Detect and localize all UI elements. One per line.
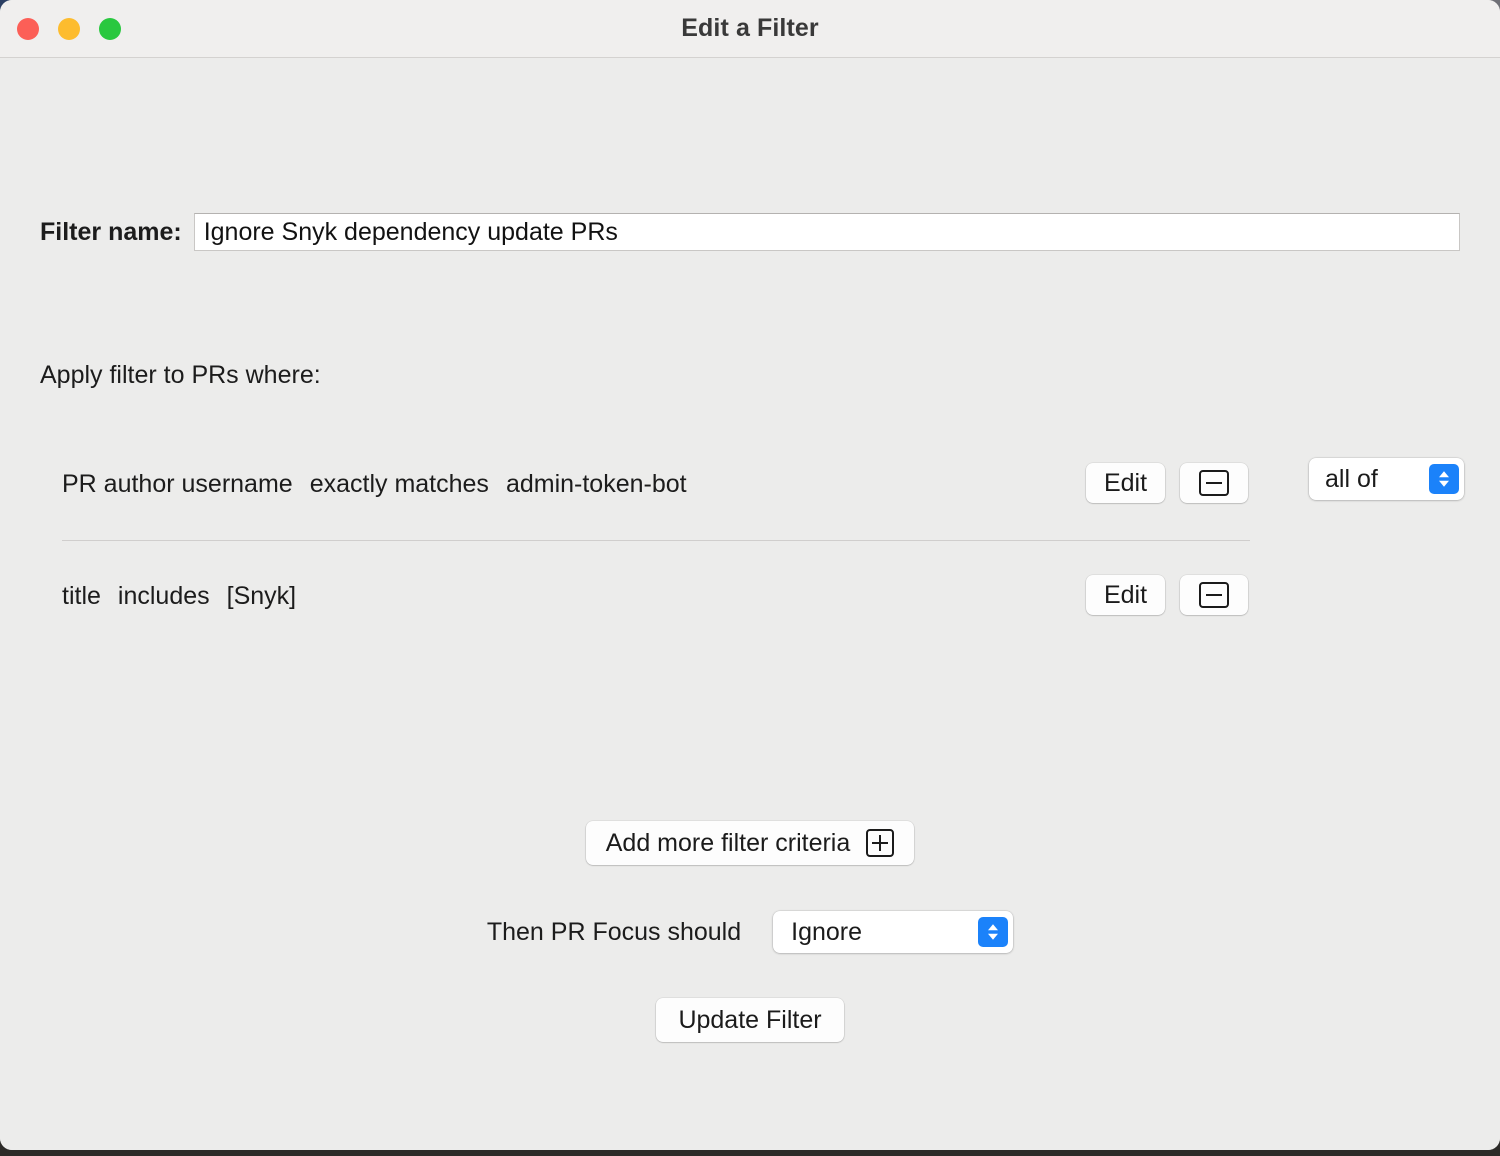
criterion-row-buttons: Edit xyxy=(1086,575,1248,615)
then-action-dropdown[interactable]: Ignore xyxy=(773,911,1014,953)
criteria-list: PR author username exactly matches admin-t… xyxy=(0,448,1500,672)
criterion-field: PR author username xyxy=(62,470,293,498)
criterion-operator: exactly matches xyxy=(309,470,489,498)
criterion-field: title xyxy=(62,582,101,610)
remove-criterion-button[interactable] xyxy=(1180,463,1248,503)
update-filter-button[interactable]: Update Filter xyxy=(656,998,844,1042)
then-action-row: Then PR Focus should Ignore xyxy=(0,911,1500,953)
criteria-row: title includes [Snyk] Edit xyxy=(0,560,1500,672)
filter-name-label: Filter name: xyxy=(40,217,182,246)
plus-box-icon xyxy=(866,829,895,857)
window-titlebar: Edit a Filter xyxy=(0,0,1500,58)
criterion-summary: PR author username exactly matches admin-t… xyxy=(62,470,687,499)
criterion-value: [Snyk] xyxy=(226,582,297,610)
add-filter-criteria-label: Add more filter criteria xyxy=(605,828,851,857)
edit-filter-window: Edit a Filter Filter name: Apply filter … xyxy=(0,0,1500,1150)
match-mode-dropdown[interactable]: all of xyxy=(1309,458,1464,500)
match-mode-value: all of xyxy=(1325,464,1378,493)
then-action-value: Ignore xyxy=(791,917,863,946)
dialog-body: Filter name: Apply filter to PRs where: … xyxy=(0,58,1500,1150)
criteria-row: PR author username exactly matches admin-t… xyxy=(0,448,1500,560)
criterion-summary: title includes [Snyk] xyxy=(62,582,296,611)
minus-box-icon xyxy=(1199,470,1229,496)
then-action-label: Then PR Focus should xyxy=(486,917,742,946)
edit-criterion-button[interactable]: Edit xyxy=(1086,463,1165,503)
add-criteria-row: Add more filter criteria xyxy=(0,821,1500,865)
criterion-row-buttons: Edit xyxy=(1086,463,1248,503)
minus-box-icon xyxy=(1199,582,1229,608)
update-filter-row: Update Filter xyxy=(0,998,1500,1042)
window-title: Edit a Filter xyxy=(681,14,819,42)
criterion-operator: includes xyxy=(117,582,210,610)
filter-name-input[interactable] xyxy=(193,213,1460,251)
chevron-up-down-icon xyxy=(1429,464,1459,494)
chevron-up-down-icon xyxy=(978,917,1009,947)
remove-criterion-button[interactable] xyxy=(1180,575,1248,615)
edit-criterion-button[interactable]: Edit xyxy=(1086,575,1165,615)
criterion-value: admin-token-bot xyxy=(505,470,687,498)
apply-filter-label: Apply filter to PRs where: xyxy=(40,361,321,389)
filter-name-row: Filter name: xyxy=(40,213,1460,251)
add-filter-criteria-button[interactable]: Add more filter criteria xyxy=(585,821,915,865)
criteria-divider xyxy=(62,540,1250,541)
